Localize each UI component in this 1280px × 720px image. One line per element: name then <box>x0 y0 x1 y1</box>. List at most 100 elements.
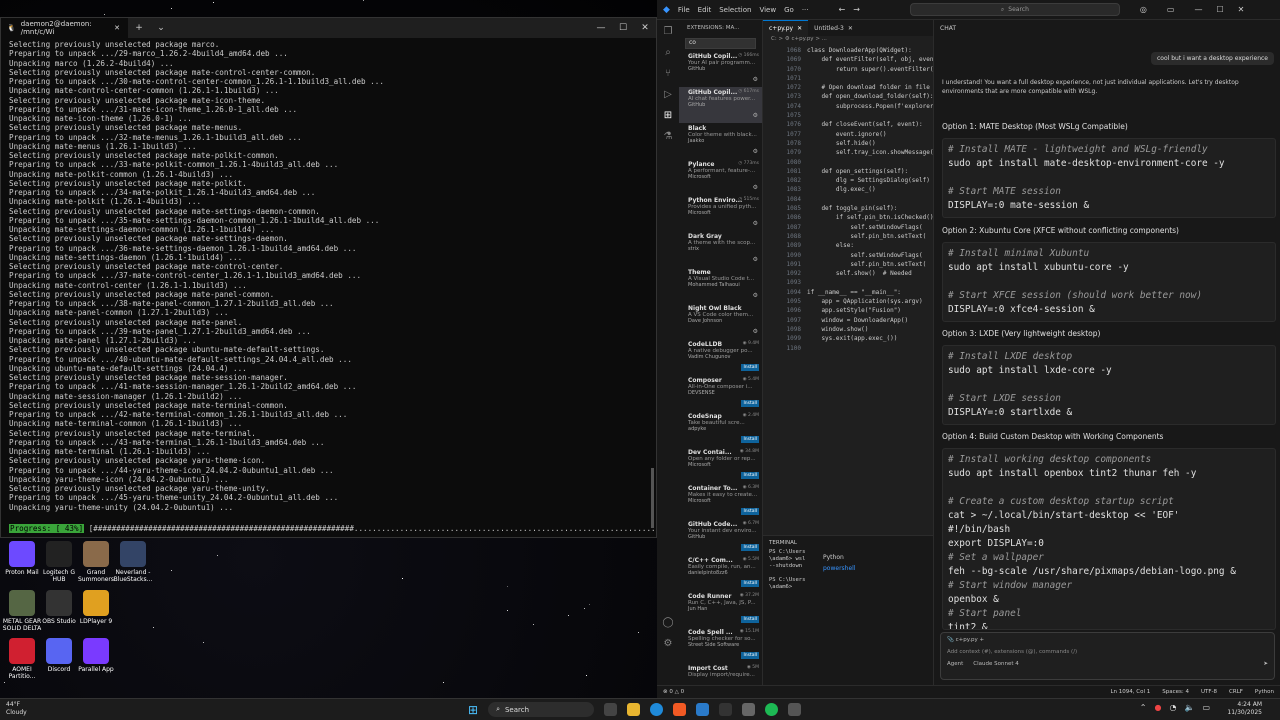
extension-item[interactable]: Dark Gray A theme with the scop... strix ⚙ <box>679 231 762 267</box>
encoding[interactable]: UTF-8 <box>1201 689 1217 695</box>
code-line[interactable]: 1093 <box>765 278 933 287</box>
code-line[interactable]: 1094 if __name__ == "__main__": <box>765 288 933 297</box>
volume-icon[interactable]: 🔈 <box>1184 703 1194 712</box>
code-line[interactable]: 1069 def eventFilter(self, obj, event): <box>765 55 945 64</box>
install-button[interactable]: Install <box>741 436 759 443</box>
manage-gear-icon[interactable]: ⚙ <box>753 328 758 335</box>
account-icon[interactable]: ◯ <box>662 617 673 628</box>
close-icon[interactable]: ✕ <box>1238 5 1245 14</box>
edge-icon[interactable] <box>650 703 664 716</box>
editor-tab[interactable]: c+py.py ✕ <box>763 20 809 36</box>
editor-tab[interactable]: Untitled-3 ✕ <box>808 20 859 36</box>
menu-item[interactable]: Go <box>784 6 794 14</box>
code-line[interactable]: 1098 window.show() <box>765 325 933 334</box>
problems-count[interactable]: ⊗ 0 △ 0 <box>663 689 684 695</box>
install-button[interactable]: Install <box>741 616 759 623</box>
attached-file-chip[interactable]: 📎 c+py.py + <box>941 633 1274 647</box>
code-line[interactable]: 1099 sys.exit(app.exec_()) <box>765 334 933 343</box>
code-line[interactable]: 1085 def toggle_pin(self): <box>765 204 933 213</box>
terminal-titlebar[interactable]: 🐧 daemon2@daemon: /mnt/c/Wi ✕ + ⌄ — ☐ ✕ <box>1 18 656 38</box>
extension-item[interactable]: Python Enviro... Provides a unified pyth.… <box>679 195 762 231</box>
code-line[interactable]: 1073 def open_download_folder(self): <box>765 92 934 101</box>
model-picker[interactable]: Claude Sonnet 4 <box>973 661 1018 667</box>
extension-item[interactable]: Black Color theme with black... Jaakko ⚙ <box>679 123 762 159</box>
indentation[interactable]: Spaces: 4 <box>1162 689 1189 695</box>
layout-icon[interactable]: ▭ <box>1167 5 1175 14</box>
code-line[interactable]: 1084 <box>765 195 933 204</box>
manage-gear-icon[interactable]: ⚙ <box>753 256 758 263</box>
file-explorer-icon[interactable] <box>627 703 641 716</box>
terminal-panel-header[interactable]: TERMINAL <box>763 536 933 549</box>
code-line[interactable]: 1088 self.pin_btn.setText( <box>765 232 933 241</box>
maximize-icon[interactable]: ☐ <box>612 23 634 33</box>
spotify-icon[interactable] <box>765 703 779 716</box>
task-view-icon[interactable] <box>604 703 618 716</box>
extension-item[interactable]: Dev Contai... Open any folder or rep... Mi… <box>679 447 762 483</box>
code-line[interactable]: 1078 self.hide() <box>765 139 933 148</box>
app-icon[interactable] <box>788 703 802 716</box>
manage-gear-icon[interactable]: ⚙ <box>753 184 758 191</box>
notepad-icon[interactable] <box>742 703 756 716</box>
tray-app-icon[interactable]: ● <box>1155 703 1162 712</box>
manage-gear-icon[interactable]: ⚙ <box>753 76 758 83</box>
code-line[interactable]: 1072 # Open download folder in file expl… <box>765 83 963 92</box>
send-icon[interactable]: ➤ <box>1263 661 1268 667</box>
language-mode[interactable]: Python <box>1255 689 1274 695</box>
menu-item[interactable]: ··· <box>802 6 809 14</box>
extension-item[interactable]: Theme A Visual Studio Code t... Mohammed T… <box>679 267 762 303</box>
minimize-icon[interactable]: — <box>590 23 612 33</box>
code-line[interactable]: 1100 <box>765 344 933 353</box>
install-button[interactable]: Install <box>741 508 759 515</box>
extension-item[interactable]: CodeSnap Take beautiful scre... adpyke ◉ 2.… <box>679 411 762 447</box>
install-button[interactable]: Install <box>741 580 759 587</box>
extensions-search-input[interactable]: co <box>685 38 756 49</box>
clock[interactable]: 4:24 AM 11/30/2025 <box>1227 701 1262 717</box>
code-line[interactable]: 1095 app = QApplication(sys.argv) <box>765 297 933 306</box>
weather-widget[interactable]: 44°F Cloudy <box>6 701 27 717</box>
code-line[interactable]: 1089 else: <box>765 241 933 250</box>
menu-item[interactable]: File <box>678 6 690 14</box>
mode-picker[interactable]: Agent <box>947 661 963 667</box>
vscode-icon[interactable] <box>696 703 710 716</box>
extension-item[interactable]: GitHub Code... Your instant dev enviro...… <box>679 519 762 555</box>
breadcrumb[interactable]: C: > ⚙ c+py.py > ... <box>763 36 933 46</box>
code-line[interactable]: 1076 def closeEvent(self, event): <box>765 120 933 129</box>
terminal-icon[interactable] <box>719 703 733 716</box>
battery-icon[interactable]: ▭ <box>1202 703 1210 712</box>
code-line[interactable]: 1070 return super().eventFilter(obj, eve… <box>765 65 974 74</box>
tab-dropdown-button[interactable]: ⌄ <box>150 23 172 33</box>
manage-gear-icon[interactable]: ⚙ <box>753 220 758 227</box>
code-line[interactable]: 1097 window = DownloaderApp() <box>765 316 933 325</box>
code-line[interactable]: 1068 class DownloaderApp(QWidget): <box>765 46 933 55</box>
code-line[interactable]: 1087 self.setWindowFlags( <box>765 223 933 232</box>
code-line[interactable]: 1079 self.tray_icon.showMessage( <box>765 148 934 157</box>
terminal-tab[interactable]: 🐧 daemon2@daemon: /mnt/c/Wi ✕ <box>1 18 128 38</box>
code-block[interactable]: # Install LXDE desktop sudo apt install l… <box>942 345 1276 425</box>
manage-gear-icon[interactable]: ⚙ <box>753 292 758 299</box>
code-line[interactable]: 1083 dlg.exec_() <box>765 185 933 194</box>
code-line[interactable]: 1071 <box>765 74 933 83</box>
menu-item[interactable]: Selection <box>719 6 751 14</box>
copilot-icon[interactable]: ◎ <box>1140 5 1147 14</box>
explorer-icon[interactable]: ❐ <box>664 26 673 37</box>
source-control-icon[interactable]: ⑂ <box>665 68 671 79</box>
maximize-icon[interactable]: ☐ <box>1216 5 1223 14</box>
start-icon[interactable]: ⊞ <box>468 703 478 717</box>
close-tab-icon[interactable]: ✕ <box>114 24 120 32</box>
install-button[interactable]: Install <box>741 364 759 371</box>
code-editor[interactable]: 1068 class DownloaderApp(QWidget): 1069 de… <box>763 46 1013 353</box>
extension-item[interactable]: Container To... Makes it easy to create..… <box>679 483 762 519</box>
install-button[interactable]: Install <box>741 544 759 551</box>
line-endings[interactable]: CRLF <box>1229 689 1243 695</box>
code-block[interactable]: # Install MATE - lightweight and WSLg-fr… <box>942 138 1276 218</box>
code-block[interactable]: # Install working desktop components sudo… <box>942 448 1276 630</box>
chevron-up-icon[interactable]: ⌃ <box>1140 703 1147 712</box>
close-icon[interactable]: ✕ <box>634 23 656 33</box>
command-center-search[interactable]: ⌕ Search <box>909 3 1120 16</box>
forward-icon[interactable]: → <box>853 5 860 14</box>
code-line[interactable]: 1086 if self.pin_btn.isChecked(): <box>765 213 938 222</box>
code-line[interactable]: 1092 self.show() # Needed <box>765 269 933 278</box>
terminal-shell-item[interactable]: powershell <box>823 563 856 574</box>
search-icon[interactable]: ⌕ <box>665 47 671 58</box>
run-debug-icon[interactable]: ▷ <box>664 89 672 100</box>
